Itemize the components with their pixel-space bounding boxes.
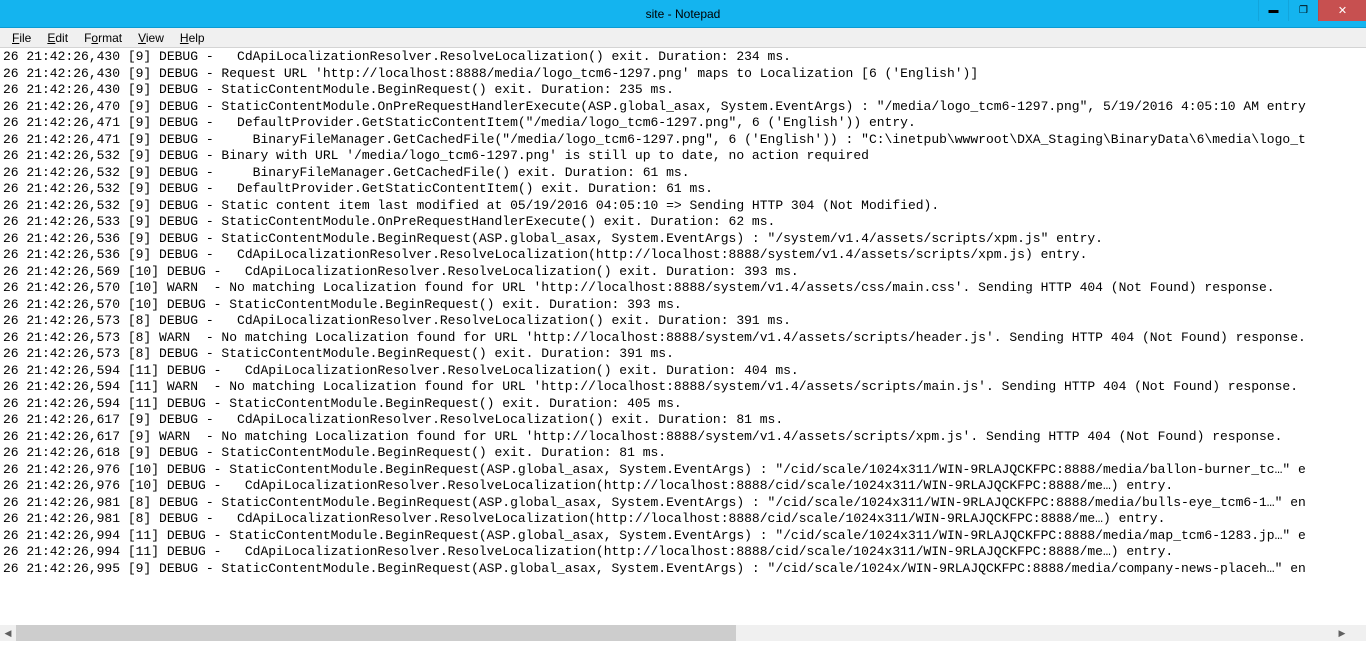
horizontal-scrollbar[interactable]: ◀ ▶ [0, 625, 1350, 641]
maximize-icon: ❐ [1299, 5, 1308, 16]
scroll-thumb[interactable] [16, 625, 736, 641]
window-title: site - Notepad [0, 7, 1366, 21]
title-bar: site - Notepad ▬ ❐ ✕ [0, 0, 1366, 28]
text-area-container: 26 21:42:26,430 [9] DEBUG - CdApiLocaliz… [0, 48, 1366, 641]
menu-file[interactable]: File [4, 29, 39, 47]
menu-edit[interactable]: Edit [39, 29, 76, 47]
close-button[interactable]: ✕ [1318, 0, 1366, 21]
scroll-left-button[interactable]: ◀ [0, 625, 16, 641]
scrollbar-corner [1350, 625, 1366, 641]
menu-help[interactable]: Help [172, 29, 213, 47]
minimize-icon: ▬ [1269, 5, 1279, 16]
minimize-button[interactable]: ▬ [1258, 0, 1288, 21]
text-area[interactable]: 26 21:42:26,430 [9] DEBUG - CdApiLocaliz… [0, 48, 1366, 578]
menu-format[interactable]: Format [76, 29, 130, 47]
close-icon: ✕ [1338, 4, 1347, 17]
maximize-button[interactable]: ❐ [1288, 0, 1318, 21]
scroll-right-button[interactable]: ▶ [1334, 625, 1350, 641]
scroll-track[interactable] [16, 625, 1334, 641]
window-controls: ▬ ❐ ✕ [1258, 0, 1366, 21]
menu-bar: File Edit Format View Help [0, 28, 1366, 48]
menu-view[interactable]: View [130, 29, 172, 47]
